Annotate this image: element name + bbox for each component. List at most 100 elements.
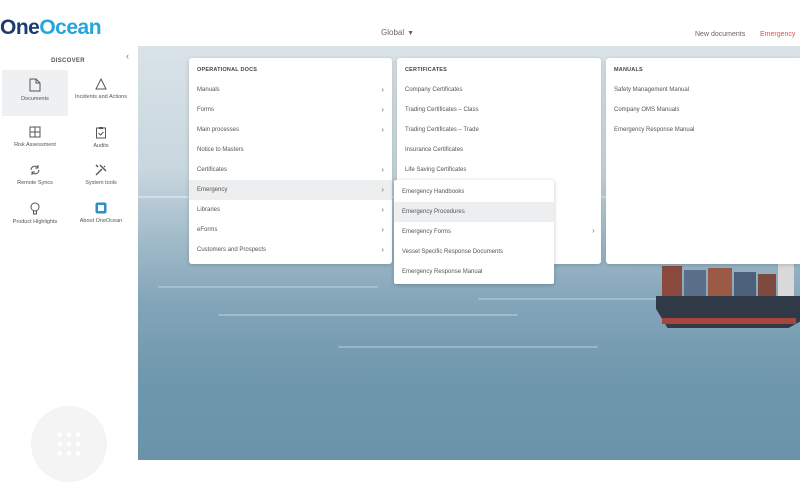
sidebar-item-incidents[interactable]: Incidents and Actions (68, 70, 134, 116)
menu-item-libraries[interactable]: Libraries › (189, 200, 392, 220)
sidebar-item-label: Risk Assessment (14, 142, 56, 148)
ship-bridge (778, 264, 794, 296)
menu-item-label: Insurance Certificates (405, 147, 464, 153)
menu-item-company-certificates[interactable]: Company Certificates (397, 80, 601, 100)
container-ship-image (656, 260, 800, 336)
chevron-right-icon: › (381, 225, 384, 234)
menu-item-label: Emergency Handbooks (402, 189, 465, 195)
cargo-stack (734, 272, 756, 296)
cargo-stack (684, 270, 706, 296)
emergency-link[interactable]: Emergency (760, 31, 795, 38)
info-icon (95, 202, 107, 214)
chevron-right-icon: › (381, 125, 384, 134)
warning-icon (95, 78, 107, 90)
cargo-stack (662, 266, 682, 296)
new-documents-link[interactable]: New documents (695, 31, 745, 38)
chevron-right-icon: › (381, 185, 384, 194)
menu-item-label: Customers and Prospects (197, 247, 267, 253)
wave-streak (218, 314, 518, 316)
region-selector[interactable]: Global ▼ (381, 28, 414, 37)
sidebar-item-label: Incidents and Actions (75, 94, 127, 100)
menu-item-label: Manuals (197, 87, 220, 93)
sync-icon (30, 165, 40, 175)
menu-item-label: Emergency Response Manual (614, 127, 695, 133)
menu-item-label: Libraries (197, 207, 221, 213)
chevron-right-icon: › (381, 205, 384, 214)
menu-item-label: Emergency Response Manual (402, 269, 483, 275)
chevron-right-icon: › (381, 105, 384, 114)
menu-heading: CERTIFICATES (405, 67, 448, 73)
menu-item-trading-certificates-trade[interactable]: Trading Certificates – Trade (397, 120, 601, 140)
oneocean-logo[interactable]: OneOcean (0, 16, 102, 40)
tools-icon (95, 164, 107, 176)
sidebar-item-label: About OneOcean (79, 218, 123, 224)
menu-item-label: Certificates (197, 167, 228, 173)
menu-item-eforms[interactable]: eForms › (189, 220, 392, 240)
wave-streak (338, 346, 598, 348)
chevron-right-icon: › (381, 85, 384, 94)
menu-item-certificates[interactable]: Certificates › (189, 160, 392, 180)
lightbulb-icon (30, 202, 40, 215)
submenu-item-emergency-response-manual[interactable]: Emergency Response Manual (394, 262, 554, 282)
emergency-submenu: Emergency Handbooks Emergency Procedures… (394, 180, 554, 284)
menu-item-label: Trading Certificates – Trade (405, 127, 479, 133)
apps-launcher[interactable] (31, 406, 107, 482)
logo-text-ocean: Ocean (39, 16, 102, 39)
menu-item-label: Notice to Masters (197, 147, 244, 153)
ship-hull-waterline (662, 318, 796, 324)
chevron-down-icon: ▼ (407, 30, 415, 37)
grid-icon (29, 126, 41, 138)
menu-item-label: Main processes (197, 127, 240, 133)
sidebar-item-documents[interactable]: Documents (2, 70, 68, 116)
menu-operational-docs: OPERATIONAL DOCS Manuals › Forms › Main pr… (189, 58, 392, 264)
menu-item-manuals[interactable]: Manuals › (189, 80, 392, 100)
sidebar-item-product-highlights[interactable]: Product Highlights (2, 194, 68, 240)
submenu-item-vessel-specific-response[interactable]: Vessel Specific Response Documents (394, 242, 554, 262)
menu-item-label: Vessel Specific Response Documents (402, 249, 504, 255)
logo-text-one: One (0, 16, 40, 39)
clipboard-icon (96, 127, 106, 139)
menu-item-label: Safety Management Manual (614, 87, 690, 93)
menu-item-label: Company Certificates (405, 87, 463, 93)
wave-streak (478, 298, 658, 300)
menu-item-label: Emergency Procedures (402, 209, 465, 215)
menu-item-label: eForms (197, 227, 218, 233)
menu-heading: MANUALS (614, 67, 643, 73)
wave-streak (158, 286, 378, 288)
document-icon (29, 78, 41, 92)
menu-item-label: Trading Certificates – Class (405, 107, 479, 113)
sidebar-item-label: Documents (21, 96, 49, 102)
submenu-item-emergency-procedures[interactable]: Emergency Procedures (394, 202, 554, 222)
menu-item-forms[interactable]: Forms › (189, 100, 392, 120)
menu-item-safety-management-manual[interactable]: Safety Management Manual (606, 80, 800, 100)
menu-item-label: Forms (197, 107, 214, 113)
menu-item-trading-certificates-class[interactable]: Trading Certificates – Class (397, 100, 601, 120)
menu-item-company-oms-manuals[interactable]: Company OMS Manuals (606, 100, 800, 120)
menu-item-notice-to-masters[interactable]: Notice to Masters (189, 140, 392, 160)
menu-item-customers-prospects[interactable]: Customers and Prospects › (189, 240, 392, 260)
menu-item-label: Company OMS Manuals (614, 107, 680, 113)
submenu-item-emergency-handbooks[interactable]: Emergency Handbooks (394, 182, 554, 202)
menu-item-label: Emergency Forms (402, 229, 452, 235)
sidebar: ‹ DISCOVER Documents Incidents and Actio… (0, 46, 139, 482)
submenu-item-emergency-forms[interactable]: Emergency Forms (394, 222, 554, 242)
cargo-stack (708, 268, 732, 296)
chevron-right-icon: › (381, 245, 384, 254)
cargo-stack (758, 274, 776, 296)
sidebar-item-about[interactable]: About OneOcean (68, 194, 134, 240)
apps-grid-icon (55, 430, 83, 458)
menu-item-emergency[interactable]: Emergency › (189, 180, 392, 200)
chevron-right-icon: › (381, 165, 384, 174)
menu-item-main-processes[interactable]: Main processes › (189, 120, 392, 140)
chevron-right-icon: › (592, 226, 595, 235)
region-selector-label: Global (381, 28, 405, 37)
sidebar-item-label: Audits (93, 143, 109, 149)
sidebar-item-label: System tools (85, 180, 117, 186)
menu-item-insurance-certificates[interactable]: Insurance Certificates (397, 140, 601, 160)
sidebar-title: DISCOVER (51, 58, 85, 64)
sidebar-item-label: Product Highlights (12, 219, 58, 225)
menu-item-emergency-response-manual[interactable]: Emergency Response Manual (606, 120, 800, 140)
sidebar-item-label: Remote Syncs (17, 180, 53, 186)
menu-item-life-saving-certificates[interactable]: Life Saving Certificates (397, 160, 601, 180)
menu-manuals: MANUALS Safety Management Manual Company… (606, 58, 800, 264)
